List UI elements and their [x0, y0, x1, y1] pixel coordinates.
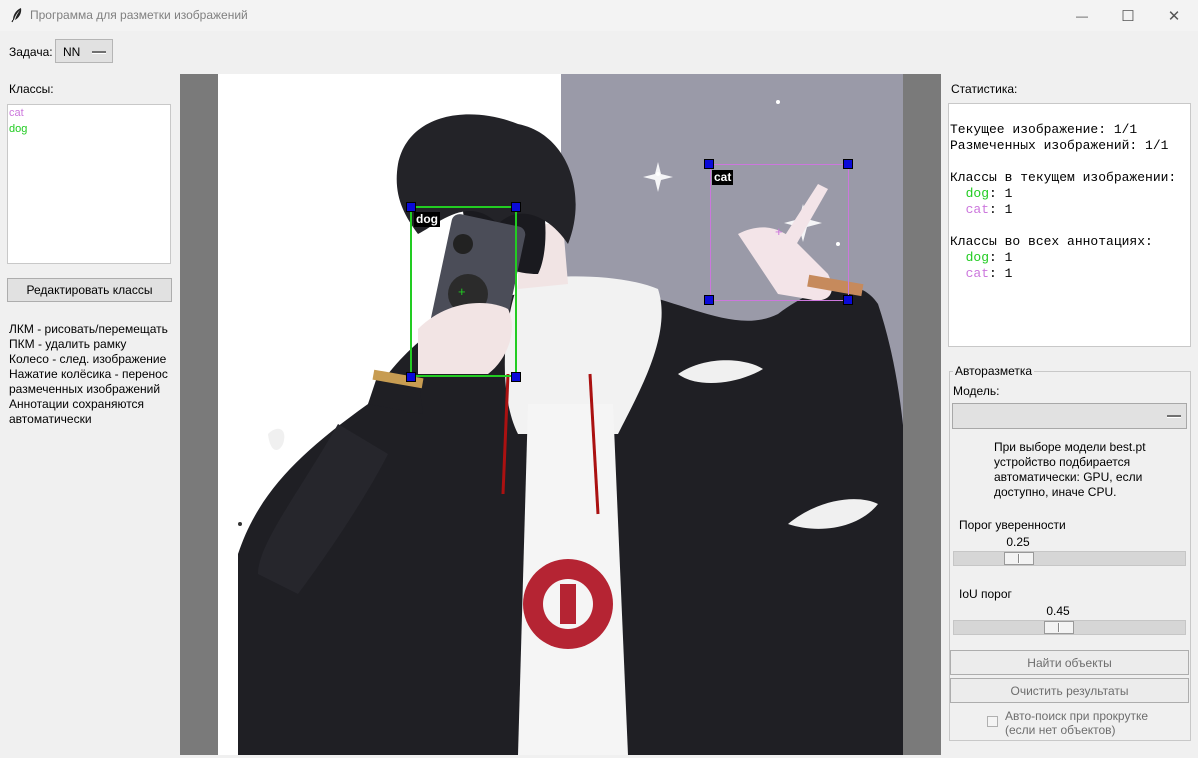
minimize-icon: —	[1076, 8, 1088, 23]
stats-current-classes-title: Классы в текущем изображении:	[950, 170, 1177, 185]
task-label: Задача:	[9, 45, 53, 59]
maximize-button[interactable]: ☐	[1105, 0, 1151, 31]
help-line: размеченных изображений	[9, 382, 161, 396]
bbox-handle[interactable]	[511, 372, 521, 382]
help-text: ЛКМ - рисовать/перемещать ПКМ - удалить …	[9, 322, 168, 427]
bbox-label-dog: dog	[414, 212, 440, 227]
help-line: автоматически	[9, 412, 92, 426]
autolabel-title: Авторазметка	[953, 364, 1035, 378]
edit-classes-button[interactable]: Редактировать классы	[7, 278, 172, 302]
minimize-button[interactable]: —	[1059, 0, 1105, 31]
stats-class-count: 1	[1004, 202, 1013, 217]
dropdown-indicator-icon	[92, 51, 106, 54]
find-objects-button[interactable]: Найти объекты	[950, 650, 1189, 675]
close-button[interactable]: ✕	[1151, 0, 1197, 31]
iou-label: IoU порог	[959, 587, 1012, 601]
auto-search-checkbox[interactable]	[987, 716, 998, 727]
stats-class-count: 1	[1004, 186, 1013, 201]
help-line: Аннотации сохраняются	[9, 397, 145, 411]
iou-slider-handle[interactable]	[1044, 621, 1074, 634]
auto-search-label-line: Авто-поиск при прокрутке	[1005, 709, 1149, 723]
class-list[interactable]: cat dog	[7, 104, 171, 264]
class-item-cat[interactable]: cat	[9, 107, 24, 119]
help-line: ПКМ - удалить рамку	[9, 337, 127, 351]
stats-class-count: 1	[1004, 250, 1013, 265]
model-note: При выборе модели best.pt устройство под…	[994, 440, 1146, 499]
iou-value: 0.45	[1046, 604, 1070, 618]
confidence-slider-handle[interactable]	[1004, 552, 1034, 565]
window-title: Программа для разметки изображений	[30, 8, 248, 22]
stats-class-name: cat	[965, 202, 990, 217]
bbox-handle[interactable]	[843, 159, 853, 169]
confidence-slider[interactable]	[953, 551, 1186, 566]
dropdown-indicator-icon	[1167, 415, 1181, 418]
bbox-center-icon: +	[775, 224, 783, 239]
stats-row: dog: 1	[965, 186, 1013, 201]
stats-row: dog: 1	[965, 250, 1013, 265]
stats-row: cat: 1	[965, 202, 1013, 217]
confidence-label: Порог уверенности	[959, 518, 1066, 532]
stats-class-count: 1	[1004, 266, 1013, 281]
image-canvas[interactable]: dog + cat +	[180, 74, 941, 755]
help-line: ЛКМ - рисовать/перемещать	[9, 322, 168, 336]
stats-class-name: cat	[965, 266, 990, 281]
model-select[interactable]	[952, 403, 1187, 429]
stats-class-name: dog	[965, 186, 990, 201]
task-select-value: NN	[63, 45, 81, 59]
stats-labeled-images: Размеченных изображений: 1/1	[950, 138, 1169, 153]
stats-class-name: dog	[965, 250, 990, 265]
bbox-handle[interactable]	[511, 202, 521, 212]
bbox-handle[interactable]	[704, 159, 714, 169]
task-select[interactable]: NN	[55, 39, 113, 63]
close-icon: ✕	[1167, 7, 1181, 25]
stats-label: Статистика:	[951, 82, 1018, 96]
help-line: Нажатие колёсика - перенос	[9, 367, 168, 381]
bbox-center-icon: +	[458, 284, 466, 299]
bbox-dog[interactable]: dog +	[410, 206, 517, 377]
bbox-handle[interactable]	[704, 295, 714, 305]
bbox-cat[interactable]: cat +	[710, 164, 849, 301]
bbox-label-cat: cat	[712, 170, 734, 185]
stats-current-image: Текущее изображение: 1/1	[950, 122, 1138, 137]
model-label: Модель:	[953, 384, 1000, 398]
bbox-handle[interactable]	[406, 202, 416, 212]
class-item-dog[interactable]: dog	[9, 123, 27, 135]
stats-all-classes-title: Классы во всех аннотациях:	[950, 234, 1153, 249]
clear-results-button[interactable]: Очистить результаты	[950, 678, 1189, 703]
bbox-handle[interactable]	[843, 295, 853, 305]
bbox-handle[interactable]	[406, 372, 416, 382]
confidence-value: 0.25	[1006, 535, 1030, 549]
feather-icon	[11, 8, 22, 23]
help-line: Колесо - след. изображение	[9, 352, 167, 366]
maximize-icon: ☐	[1121, 7, 1135, 25]
classes-label: Классы:	[9, 82, 54, 96]
title-bar: Программа для разметки изображений — ☐ ✕	[0, 0, 1198, 31]
auto-search-label-line: (если нет объектов)	[1005, 723, 1116, 737]
stats-box: Текущее изображение: 1/1 Размеченных изоб…	[948, 103, 1191, 347]
stats-row: cat: 1	[965, 266, 1013, 281]
auto-search-label: Авто-поиск при прокрутке (если нет объек…	[1005, 709, 1148, 737]
iou-slider[interactable]	[953, 620, 1186, 635]
